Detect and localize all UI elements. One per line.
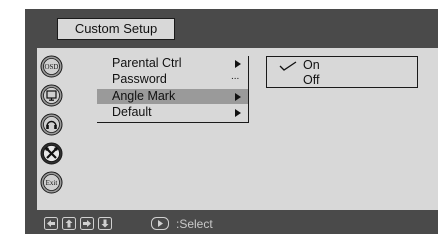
main-menu: Parental Ctrl Password ... Angle Mark De…: [97, 56, 249, 123]
page-title: Custom Setup: [57, 18, 175, 40]
checkmark-icon: [279, 61, 297, 71]
menu-item-parental-ctrl[interactable]: Parental Ctrl: [97, 56, 248, 71]
osd-icon-label: OSD: [44, 63, 58, 71]
exit-icon[interactable]: Exit: [40, 171, 63, 194]
menu-item-password[interactable]: Password ...: [97, 71, 248, 87]
play-select-icon[interactable]: [151, 217, 169, 230]
select-hint: :Select: [176, 217, 213, 231]
menu-item-label: Parental Ctrl: [112, 56, 182, 70]
osd-icon[interactable]: OSD: [40, 55, 63, 78]
exit-icon-label: Exit: [46, 179, 58, 187]
chevron-right-icon: [235, 93, 241, 101]
menu-item-label: Angle Mark: [112, 89, 176, 103]
menu-item-angle-mark[interactable]: Angle Mark: [97, 89, 248, 104]
down-arrow-icon[interactable]: [98, 217, 112, 230]
monitor-icon[interactable]: [40, 84, 63, 107]
menu-item-default[interactable]: Default: [97, 105, 248, 120]
menu-item-label: Password: [112, 72, 167, 86]
submenu: On Off: [266, 56, 418, 88]
submenu-item-on[interactable]: On: [267, 58, 417, 73]
submenu-item-label: Off: [303, 73, 320, 87]
chevron-right-icon: [235, 60, 241, 68]
left-arrow-icon[interactable]: [44, 217, 58, 230]
right-arrow-icon[interactable]: [80, 217, 94, 230]
submenu-item-off[interactable]: Off: [267, 73, 417, 88]
tools-icon[interactable]: [40, 142, 63, 165]
up-arrow-icon[interactable]: [62, 217, 76, 230]
menu-item-label: Default: [112, 105, 152, 119]
submenu-item-label: On: [303, 58, 320, 72]
chevron-right-icon: [235, 109, 241, 117]
speaker-icon[interactable]: [40, 113, 63, 136]
ellipsis-indicator: ...: [231, 71, 240, 82]
